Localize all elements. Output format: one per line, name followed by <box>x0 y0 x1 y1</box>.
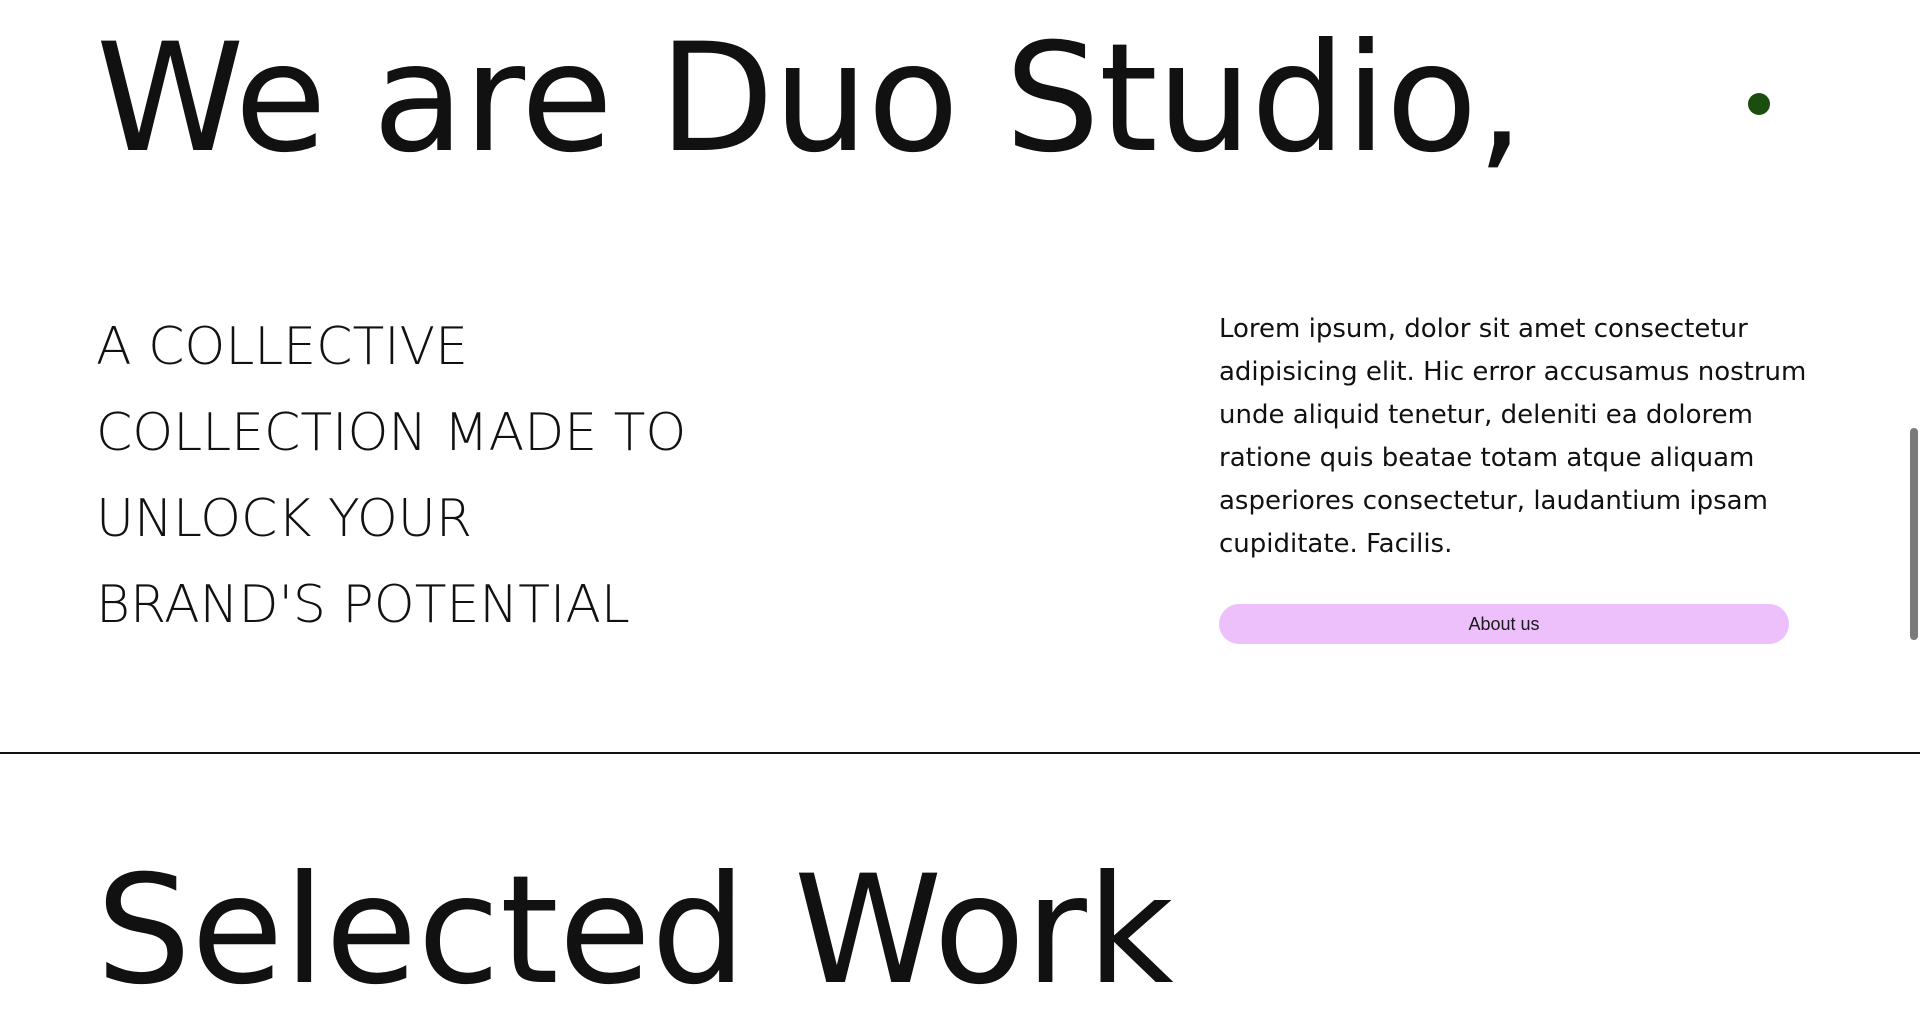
tagline-line-1: A COLLECTIVE <box>96 317 468 377</box>
cursor-dot <box>1748 93 1770 115</box>
about-paragraph: Lorem ipsum, dolor sit amet consectetur … <box>1219 314 1807 559</box>
tagline-line-4: BRAND'S POTENTIAL <box>96 575 630 635</box>
selected-work-title: Selected Work <box>96 844 1174 1018</box>
hero-title: We are Duo Studio, <box>96 12 1524 186</box>
page-scrollbar[interactable] <box>1906 0 1920 902</box>
tagline-line-3: UNLOCK YOUR <box>96 489 472 549</box>
tagline-line-2: COLLECTION MADE TO <box>96 403 687 463</box>
tagline: A COLLECTIVE COLLECTION MADE TO UNLOCK Y… <box>96 304 736 648</box>
section-divider <box>0 752 1920 754</box>
scrollbar-thumb[interactable] <box>1910 428 1918 640</box>
about-us-button[interactable]: About us <box>1219 604 1789 644</box>
